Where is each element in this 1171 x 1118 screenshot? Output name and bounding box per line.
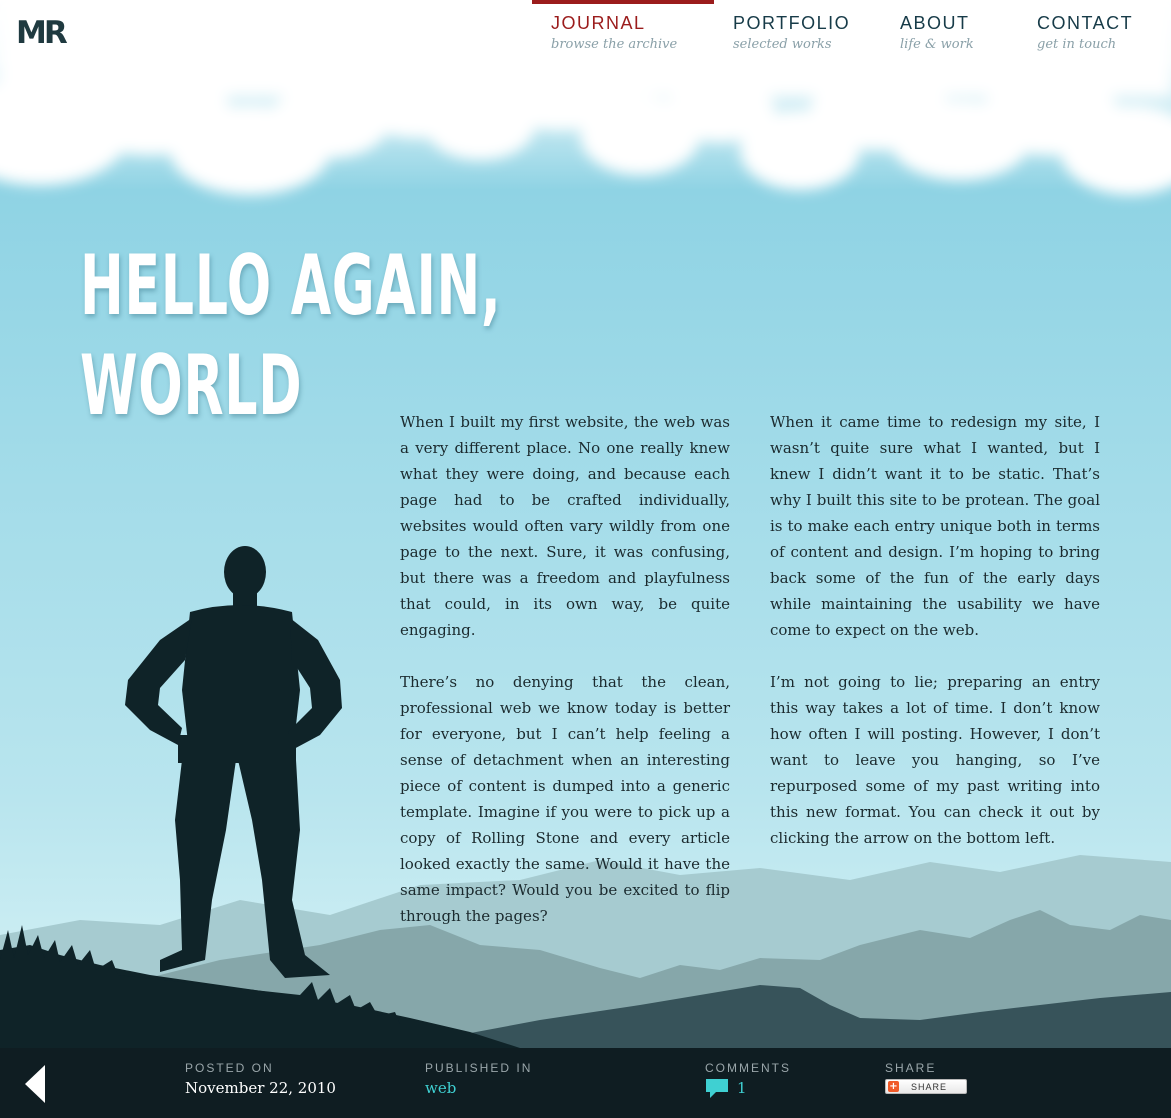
- article-paragraph: There’s no denying that the clean, profe…: [400, 673, 730, 925]
- nav-label: PORTFOLIO: [733, 13, 851, 33]
- article-paragraph: When it came time to redesign my site, I…: [770, 413, 1100, 639]
- article-title: HELLO AGAIN, WORLD: [80, 236, 501, 436]
- post-footer: POSTED ON November 22, 2010 PUBLISHED IN…: [0, 1048, 1171, 1118]
- nav-sublabel: life & work: [900, 37, 974, 52]
- share-button[interactable]: + SHARE: [885, 1079, 967, 1094]
- nav-label: CONTACT: [1037, 13, 1134, 33]
- nav-label: JOURNAL: [551, 13, 646, 33]
- category-link[interactable]: web: [425, 1079, 456, 1097]
- nav-item-about[interactable]: ABOUT life & work: [881, 0, 1018, 60]
- article-title-line-1: HELLO AGAIN,: [80, 237, 502, 334]
- nav-sublabel: selected works: [733, 37, 832, 52]
- back-arrow-icon[interactable]: [25, 1065, 45, 1103]
- comments-count: 1: [737, 1079, 747, 1097]
- article-column-right: When it came time to redesign my site, I…: [770, 409, 1100, 877]
- share-label: SHARE: [885, 1061, 937, 1075]
- comment-bubble-icon: [705, 1078, 729, 1098]
- nav-item-contact[interactable]: CONTACT get in touch: [1018, 0, 1171, 60]
- posted-on-label: POSTED ON: [185, 1061, 274, 1075]
- nav-item-portfolio[interactable]: PORTFOLIO selected works: [714, 0, 881, 60]
- main-nav: JOURNAL browse the archive PORTFOLIO sel…: [532, 0, 1171, 60]
- comments-link[interactable]: 1: [705, 1078, 791, 1098]
- published-in-label: PUBLISHED IN: [425, 1061, 533, 1075]
- comments-label: COMMENTS: [705, 1061, 791, 1075]
- comments: COMMENTS 1: [705, 1061, 791, 1098]
- share: SHARE + SHARE: [885, 1061, 967, 1094]
- article-column-left: When I built my first website, the web w…: [400, 409, 730, 955]
- nav-sublabel: get in touch: [1037, 37, 1117, 52]
- site-logo[interactable]: MR: [16, 18, 68, 49]
- article-paragraph: When I built my first website, the web w…: [400, 413, 730, 639]
- article-paragraph: I’m not going to lie; preparing an entry…: [770, 673, 1100, 847]
- nav-item-journal[interactable]: JOURNAL browse the archive: [532, 0, 714, 64]
- nav-label: ABOUT: [900, 13, 970, 33]
- published-in: PUBLISHED IN web: [425, 1061, 532, 1097]
- share-button-label: SHARE: [911, 1081, 948, 1092]
- page: MR JOURNAL browse the archive PORTFOLIO …: [0, 0, 1171, 1118]
- posted-on: POSTED ON November 22, 2010: [185, 1061, 336, 1097]
- posted-on-date: November 22, 2010: [185, 1079, 336, 1097]
- share-plus-icon: +: [888, 1081, 899, 1092]
- nav-sublabel: browse the archive: [551, 37, 678, 52]
